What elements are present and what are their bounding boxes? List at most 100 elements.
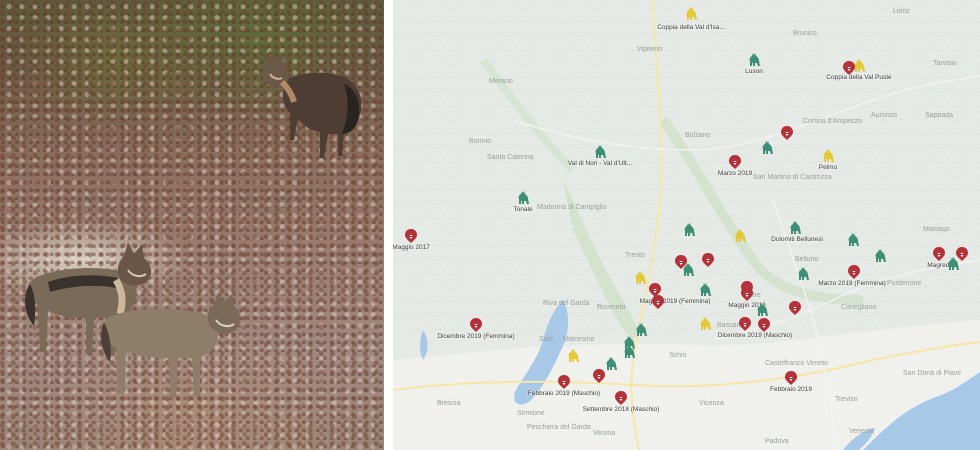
wolf-icon xyxy=(684,223,695,236)
marker-label: Dolomiti Bellunesi xyxy=(771,236,823,243)
wolf-pack-marker[interactable] xyxy=(747,53,761,67)
place-label: Schio xyxy=(669,352,687,359)
wolf-pack-marker[interactable] xyxy=(681,263,695,277)
dead-wolf-marker[interactable] xyxy=(780,126,794,140)
dead-wolf-marker[interactable] xyxy=(701,253,715,267)
marker-label: Coppia della Val d'Isa... xyxy=(657,24,725,31)
place-label: Trento xyxy=(625,252,645,259)
place-label: Brescia xyxy=(437,400,461,407)
wolf-front-right xyxy=(101,292,241,398)
wolf-icon xyxy=(790,221,801,234)
wolf-icon xyxy=(635,271,646,284)
dead-wolf-marker[interactable] xyxy=(932,247,946,261)
marker-label: Pelmo xyxy=(818,164,838,171)
wolf-icon xyxy=(686,7,697,20)
skull-pin-icon xyxy=(781,126,793,140)
wolf-icon xyxy=(875,249,886,262)
wolf-pack-marker[interactable] xyxy=(760,141,774,155)
wolf-pack-marker[interactable] xyxy=(682,223,696,237)
wolf-icon xyxy=(568,349,579,362)
skull-pin-icon xyxy=(785,371,797,385)
wolf-icon xyxy=(823,149,834,162)
skull-pin-icon xyxy=(758,318,770,332)
place-label: Vipiteno xyxy=(637,46,663,53)
dead-wolf-marker[interactable] xyxy=(757,318,771,332)
skull-pin-icon xyxy=(702,253,714,267)
wolf-couple-marker[interactable] xyxy=(733,229,747,243)
marker-label: Dicembre 2019 (Maschio) xyxy=(717,332,793,339)
dead-wolf-marker[interactable] xyxy=(842,61,856,75)
skull-pin-icon xyxy=(933,247,945,261)
wolf-pack-marker[interactable] xyxy=(755,303,769,317)
place-label: Bormio xyxy=(469,138,492,145)
dead-wolf-marker[interactable] xyxy=(404,229,418,243)
place-label: Salò xyxy=(539,336,554,343)
wolf-icon xyxy=(518,191,529,204)
skull-pin-icon xyxy=(558,375,570,389)
wolf-icon xyxy=(700,317,711,330)
place-label: Tarvisio xyxy=(933,60,957,67)
wolf-icon xyxy=(798,267,809,280)
place-label: Cortina d'Ampezzo xyxy=(803,118,862,125)
wolf-map[interactable]: Bolzano Merano Brunico Cortina d'Ampezzo… xyxy=(393,0,980,450)
wolf-pack-marker[interactable] xyxy=(796,267,810,281)
marker-label: Tonale xyxy=(513,206,533,213)
wolf-icon xyxy=(757,303,768,316)
wolf-photo xyxy=(0,0,384,450)
wolf-couple-marker[interactable] xyxy=(684,7,698,21)
wolf-standing-back xyxy=(263,50,362,158)
marker-label: Febbraio 2019 (Maschio) xyxy=(527,390,601,397)
wolf-pack-marker[interactable] xyxy=(873,249,887,263)
place-label: San Martino di Castrozza xyxy=(753,174,832,181)
wolf-icon xyxy=(683,263,694,276)
wolf-pack-marker[interactable] xyxy=(604,357,618,371)
dead-wolf-marker[interactable] xyxy=(784,371,798,385)
skull-pin-icon xyxy=(729,155,741,169)
dead-wolf-marker[interactable] xyxy=(469,318,483,332)
skull-pin-icon xyxy=(615,391,627,405)
wolf-pack-marker[interactable] xyxy=(622,345,636,359)
marker-label: Maggio 2017 xyxy=(393,244,430,251)
wolf-pack-marker[interactable] xyxy=(593,145,607,159)
wolf-pack-marker[interactable] xyxy=(698,283,712,297)
wolf-pack-marker[interactable] xyxy=(516,191,530,205)
marker-label: Settembre 2018 (Maschio) xyxy=(582,406,660,413)
wolf-pack-marker[interactable] xyxy=(788,221,802,235)
place-label: Treviso xyxy=(835,396,858,403)
place-label: Madonna di Campiglio xyxy=(537,204,607,211)
place-label: Riva del Garda xyxy=(543,300,590,307)
wolf-couple-marker[interactable] xyxy=(633,271,647,285)
wolf-pack-marker[interactable] xyxy=(946,257,960,271)
dead-wolf-marker[interactable] xyxy=(614,391,628,405)
skull-pin-icon xyxy=(789,301,801,315)
wolf-icon xyxy=(606,357,617,370)
dead-wolf-marker[interactable] xyxy=(557,375,571,389)
place-label: Rovereto xyxy=(597,304,626,311)
marker-label: Coppia della Val Puste xyxy=(826,74,892,81)
wolf-pack-marker[interactable] xyxy=(634,323,648,337)
skull-pin-icon xyxy=(593,369,605,383)
dead-wolf-marker[interactable] xyxy=(728,155,742,169)
place-label: Merano xyxy=(489,78,513,85)
marker-label: Marzo 2019 xyxy=(717,170,753,177)
place-label: Sappada xyxy=(925,112,954,119)
dead-wolf-marker[interactable] xyxy=(788,301,802,315)
place-label: Peschiera del Garda xyxy=(527,424,591,431)
place-label: Santa Caterina xyxy=(487,154,534,161)
wolf-icon xyxy=(700,283,711,296)
dead-wolf-marker[interactable] xyxy=(738,317,752,331)
wolf-couple-marker[interactable] xyxy=(566,349,580,363)
dead-wolf-marker[interactable] xyxy=(651,295,665,309)
place-label: Sirmione xyxy=(517,410,545,417)
wolf-couple-marker[interactable] xyxy=(821,149,835,163)
wolf-icon xyxy=(624,345,635,358)
wolf-icon xyxy=(735,229,746,242)
wolf-pack-marker[interactable] xyxy=(846,233,860,247)
dead-wolf-marker[interactable] xyxy=(740,287,754,301)
wolf-icon xyxy=(848,233,859,246)
marker-label: Marzo 2019 (Femmina) xyxy=(818,280,886,287)
place-label: Vicenza xyxy=(699,400,724,407)
dead-wolf-marker[interactable] xyxy=(592,369,606,383)
wolf-couple-marker[interactable] xyxy=(698,317,712,331)
dead-wolf-marker[interactable] xyxy=(847,265,861,279)
